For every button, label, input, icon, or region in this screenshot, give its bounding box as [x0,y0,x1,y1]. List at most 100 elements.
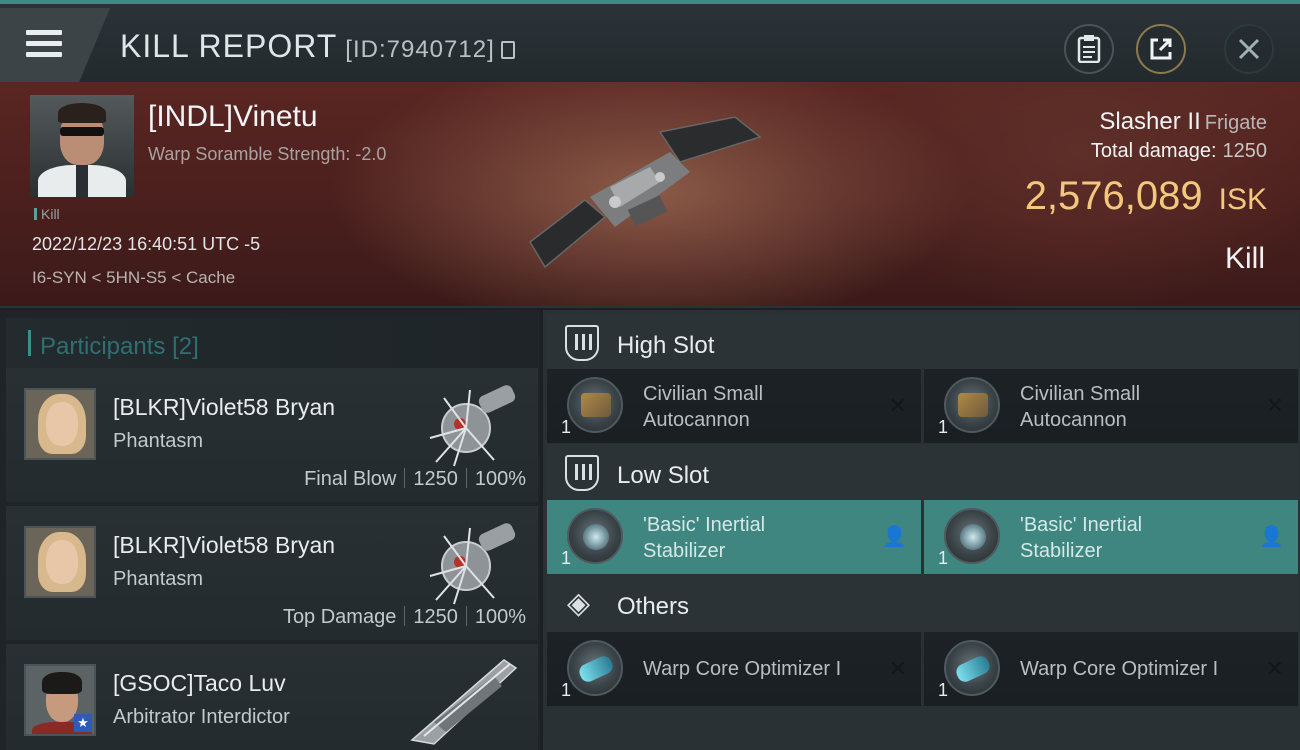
module-item[interactable]: 1 'Basic' Inertial Stabilizer 👤 [547,500,921,574]
page-title: KILL REPORT [ID:7940712] [120,28,515,65]
autocannon-icon [944,377,1000,433]
top-bar: KILL REPORT [ID:7940712] [0,0,1300,82]
high-slot-label: High Slot [617,332,715,359]
low-slot-icon [565,455,599,491]
participant-stats: Top Damage 1250 100% [283,606,526,629]
module-quantity: 1 [938,548,949,568]
participant-name: [BLKR]Violet58 Bryan [113,532,336,558]
participant-role: Final Blow [304,468,397,490]
kill-tag-label: Kill [41,206,60,222]
participants-header: Participants [2] [6,318,538,368]
participant-damage: 1250 [413,468,458,490]
fitting-panel: High Slot 1 Civilian Small Autocannon ✕ 1… [543,310,1300,750]
victim-name[interactable]: [INDL]Vinetu [148,100,318,134]
participant-name: [BLKR]Violet58 Bryan [113,394,336,420]
module-quantity: 1 [938,417,949,437]
participants-count: [2] [172,333,199,360]
inertial-stabilizer-icon [944,508,1000,564]
menu-button[interactable] [0,8,110,82]
participant-damage: 1250 [413,606,458,628]
high-slot-icon [565,325,599,361]
hamburger-menu-icon [26,30,62,63]
destroyed-icon: ✕ [888,656,907,681]
warp-core-optimizer-icon [944,640,1000,696]
module-name: 'Basic' Inertial Stabilizer [643,514,766,562]
module-name: Warp Core Optimizer I [643,658,842,680]
isk-currency: ISK [1218,183,1267,216]
others-label: Others [617,593,690,620]
kill-timestamp: 2022/12/23 16:40:51 UTC -5 [32,234,261,254]
victim-avatar[interactable] [30,95,134,197]
participant-ship-image [410,659,518,745]
report-id: [ID:7940712] [345,36,495,63]
destroyed-icon: ✕ [1265,393,1284,418]
destroyed-icon: ✕ [1265,656,1284,681]
share-icon [1150,38,1172,60]
clipboard-button[interactable] [1064,24,1114,74]
destroyed-icon: ✕ [888,393,907,418]
close-button[interactable] [1224,24,1274,74]
participant-card[interactable]: ★ [GSOC]Taco Luv Arbitrator Interdictor [6,644,538,750]
participant-card[interactable]: [BLKR]Violet58 Bryan Phantasm Final Blow… [6,368,538,502]
kill-location[interactable]: I6-SYN < 5HN-S5 < Cache [32,268,235,288]
victim-subtitle: Warp Soramble Strength: -2.0 [148,144,387,164]
copy-icon[interactable] [500,41,515,59]
participant-ship: Arbitrator Interdictor [113,706,290,728]
autocannon-icon [567,377,623,433]
module-quantity: 1 [561,548,572,568]
clipboard-icon [1077,35,1101,63]
participant-ship-image [429,523,516,605]
participant-card[interactable]: [BLKR]Violet58 Bryan Phantasm Top Damage… [6,506,538,640]
module-name: Civilian Small Autocannon [1020,383,1141,431]
cube-icon: ◈ [567,587,591,620]
ship-class: Frigate [1204,112,1267,134]
participant-avatar [24,526,96,598]
participant-ship: Phantasm [113,568,204,590]
participant-ship-image [429,385,516,467]
module-name: Civilian Small Autocannon [643,383,764,431]
isk-amount: 2,576,089 [1024,174,1203,218]
isk-value: 2,576,089 ISK [1025,174,1267,219]
module-name: 'Basic' Inertial Stabilizer [1020,514,1143,562]
participant-role: Top Damage [282,606,397,628]
low-slot-header: Low Slot [547,444,1298,502]
kill-banner: [INDL]Vinetu Warp Soramble Strength: -2.… [0,82,1300,308]
participant-ship: Phantasm [113,430,204,452]
participant-avatar [24,388,96,460]
high-slot-header: High Slot [547,314,1298,372]
page-title-text: KILL REPORT [120,28,338,64]
inertial-stabilizer-icon [567,508,623,564]
result-label: Kill [1224,242,1265,275]
module-item[interactable]: 1 Warp Core Optimizer I ✕ [924,632,1298,706]
victim-ship-image [529,116,762,269]
module-quantity: 1 [561,680,572,700]
module-item[interactable]: 1 'Basic' Inertial Stabilizer 👤 [924,500,1298,574]
dropped-person-icon: 👤 [882,526,907,548]
participant-avatar: ★ [24,664,96,736]
victim-ship-name[interactable]: Slasher II Frigate [1099,108,1267,136]
module-quantity: 1 [561,417,572,437]
participants-panel: Participants [2] [BLKR]Violet58 Bryan Ph… [0,310,540,750]
total-damage-label: Total damage: [1090,140,1217,162]
module-name: Warp Core Optimizer I [1020,658,1219,680]
total-damage: Total damage: 1250 [1091,140,1267,163]
participant-percent: 100% [474,606,526,628]
participants-label: Participants [40,333,166,360]
module-item[interactable]: 1 Civilian Small Autocannon ✕ [547,369,921,443]
participant-name: [GSOC]Taco Luv [113,670,286,696]
kill-tag: Kill [34,206,60,222]
participant-percent: 100% [474,468,526,490]
module-quantity: 1 [938,680,949,700]
others-header: ◈ Others [547,575,1298,633]
participant-stats: Final Blow 1250 100% [304,468,526,491]
dropped-person-icon: 👤 [1259,526,1284,548]
module-item[interactable]: 1 Warp Core Optimizer I ✕ [547,632,921,706]
warp-core-optimizer-icon [567,640,623,696]
module-item[interactable]: 1 Civilian Small Autocannon ✕ [924,369,1298,443]
ship-name-text: Slasher II [1099,108,1201,135]
share-button[interactable] [1136,24,1186,74]
low-slot-label: Low Slot [617,462,710,489]
close-icon [1238,38,1260,60]
star-badge-icon: ★ [74,714,92,732]
total-damage-value: 1250 [1222,140,1268,162]
